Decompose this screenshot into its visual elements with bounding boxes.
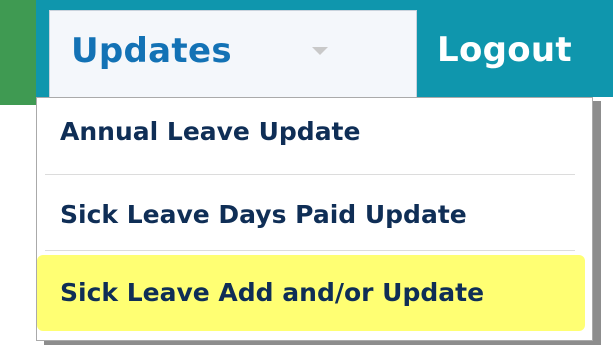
updates-menu-label: Updates: [71, 31, 232, 71]
chevron-down-icon[interactable]: [312, 47, 328, 55]
screenshot-stage: Updates Logout Annual Leave Update Sick …: [0, 0, 613, 349]
menu-item-sick-leave-days-paid-update[interactable]: Sick Leave Days Paid Update: [45, 183, 575, 247]
menu-divider: [45, 174, 575, 175]
logout-link[interactable]: Logout: [437, 28, 572, 72]
left-accent-bar: [0, 0, 36, 97]
menu-item-annual-leave-update[interactable]: Annual Leave Update: [45, 100, 575, 164]
updates-dropdown-menu: Annual Leave Update Sick Leave Days Paid…: [36, 97, 593, 341]
updates-menu-tab[interactable]: Updates: [49, 10, 417, 97]
menu-divider: [45, 250, 575, 251]
menu-item-sick-leave-add-or-update[interactable]: Sick Leave Add and/or Update: [45, 258, 585, 328]
left-accent-bar-lower: [0, 97, 36, 105]
